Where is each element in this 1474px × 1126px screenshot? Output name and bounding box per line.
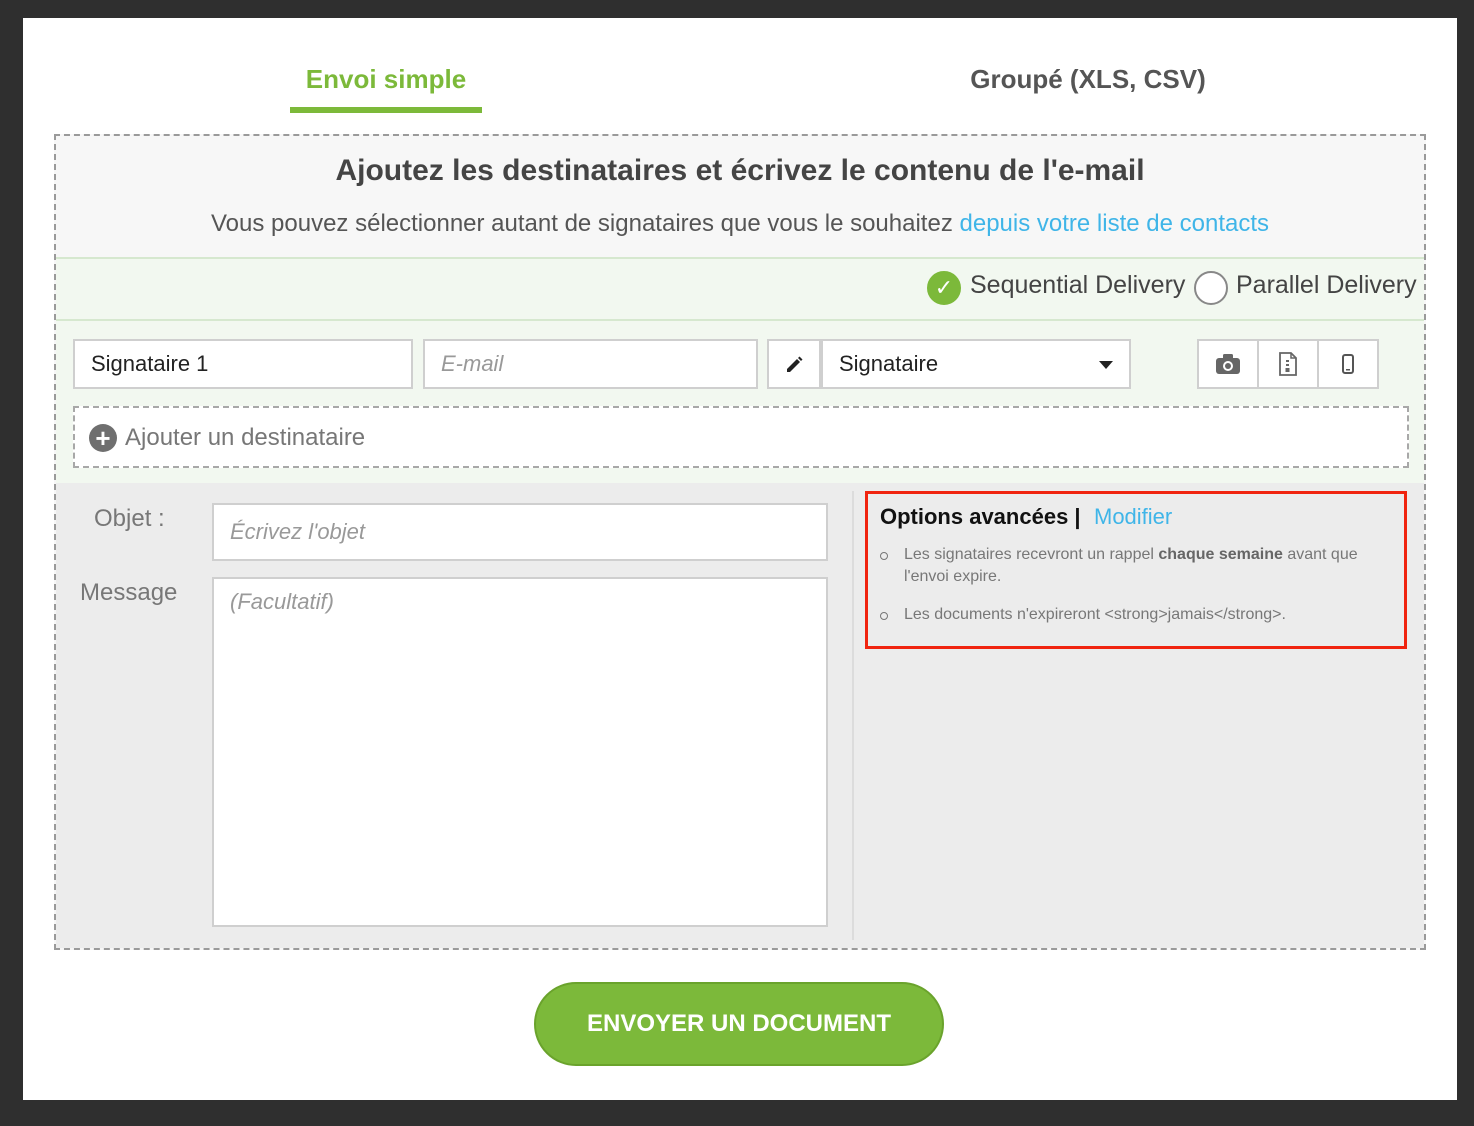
subtitle-text: Vous pouvez sélectionner autant de signa…	[210, 210, 953, 237]
document-zip-icon	[1279, 352, 1297, 376]
role-select-value: Signataire	[839, 351, 939, 376]
pencil-icon	[787, 356, 803, 373]
reminder-text: Les signataires recevront un rappel	[904, 546, 1154, 563]
role-select[interactable]: Signataire	[821, 339, 1131, 389]
advanced-options-list: Les signataires recevront un rappel chaq…	[880, 544, 1390, 642]
tab-groupe[interactable]: Groupé (XLS, CSV)	[928, 64, 1248, 95]
sms-verification-button[interactable]	[1319, 341, 1377, 387]
page-title: Ajoutez les destinataires et écrivez le …	[335, 154, 1145, 187]
page-subtitle: Vous pouvez sélectionner autant de signa…	[56, 210, 1424, 238]
subject-input[interactable]: Écrivez l'objet	[212, 503, 828, 561]
send-document-button[interactable]: ENVOYER UN DOCUMENT	[534, 982, 944, 1066]
recipients-area: ✓ Sequential Delivery Parallel Delivery …	[56, 257, 1424, 485]
recipient-email-input[interactable]: E-mail	[423, 339, 758, 389]
add-recipient-button[interactable]: + Ajouter un destinataire	[73, 406, 1409, 468]
sequential-delivery-label[interactable]: Sequential Delivery	[970, 271, 1185, 300]
tab-envoi-simple[interactable]: Envoi simple	[290, 64, 482, 95]
caret-down-icon	[1099, 361, 1113, 369]
parallel-delivery-label[interactable]: Parallel Delivery	[1236, 271, 1417, 300]
recipients-panel: Ajoutez les destinataires et écrivez le …	[54, 134, 1426, 950]
vertical-divider	[852, 491, 854, 940]
verification-options	[1197, 339, 1379, 389]
email-content-area: Objet : Écrivez l'objet Message (Faculta…	[56, 483, 1424, 948]
plus-circle-icon: +	[89, 424, 117, 452]
reminder-frequency: chaque semaine	[1158, 546, 1283, 563]
send-document-modal: Envoi simple Groupé (XLS, CSV) Ajoutez l…	[23, 18, 1457, 1100]
message-textarea[interactable]: (Facultatif)	[212, 577, 828, 927]
parallel-delivery-radio[interactable]	[1194, 271, 1228, 305]
edit-button[interactable]	[767, 339, 821, 389]
mobile-phone-icon	[1342, 354, 1354, 374]
sequential-delivery-radio[interactable]: ✓	[927, 271, 961, 305]
photo-verification-button[interactable]	[1199, 341, 1259, 387]
advanced-options-box: Options avancées | Modifier Les signatai…	[865, 491, 1407, 649]
check-icon: ✓	[934, 275, 954, 300]
advanced-options-title: Options avancées |	[880, 504, 1081, 529]
list-item: Les documents n'expireront <strong>jamai…	[880, 604, 1390, 626]
list-item: Les signataires recevront un rappel chaq…	[880, 544, 1390, 588]
active-tab-indicator	[290, 107, 482, 113]
delivery-mode-row: ✓ Sequential Delivery Parallel Delivery	[56, 259, 1424, 321]
subject-label: Objet :	[94, 505, 165, 532]
camera-icon	[1216, 354, 1240, 374]
add-recipient-label: Ajouter un destinataire	[125, 424, 366, 451]
contacts-list-link[interactable]: depuis votre liste de contacts	[960, 210, 1270, 237]
message-label: Message	[80, 579, 178, 606]
document-verification-button[interactable]	[1259, 341, 1319, 387]
modify-options-link[interactable]: Modifier	[1094, 504, 1172, 530]
recipient-name-input[interactable]: Signataire 1	[73, 339, 413, 389]
